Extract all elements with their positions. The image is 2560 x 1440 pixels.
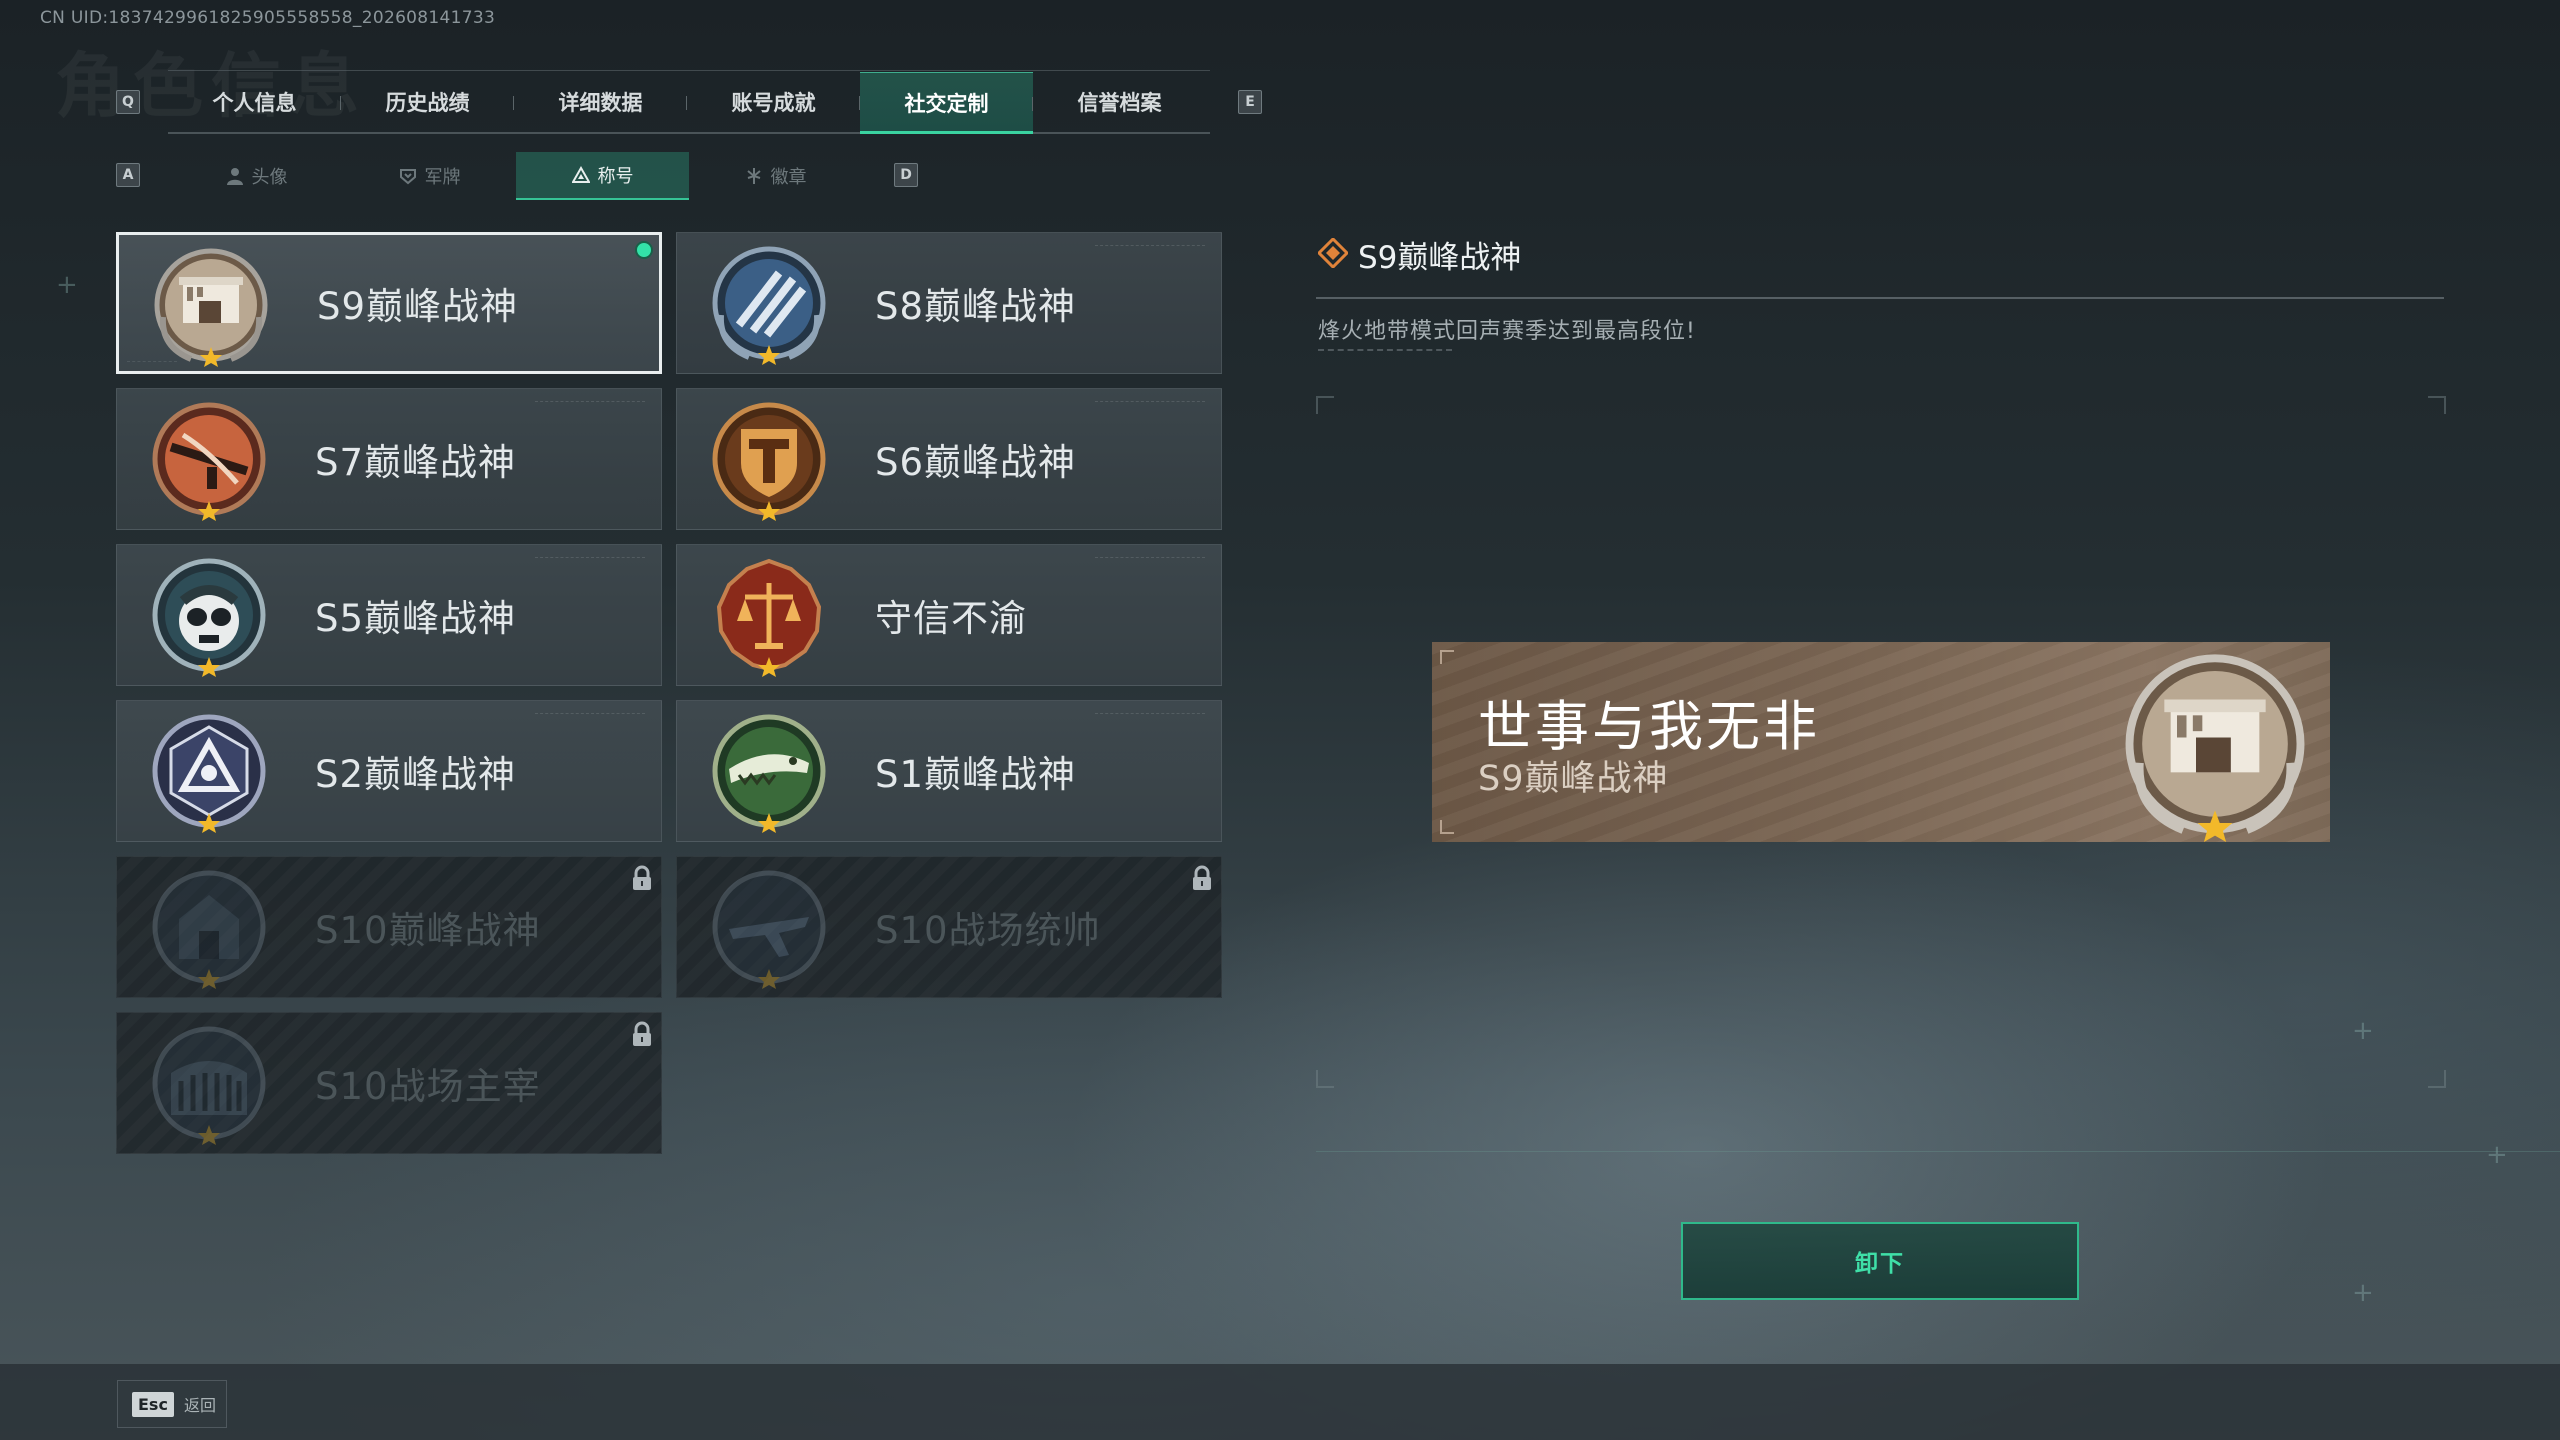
s10-colosseum-badge-icon xyxy=(152,1026,266,1145)
s5-skull-badge-icon xyxy=(152,558,266,677)
frame-corner xyxy=(1316,396,1334,414)
key-e-hint[interactable]: E xyxy=(1238,90,1262,114)
scales-badge-icon xyxy=(716,558,822,677)
esc-key-icon: Esc xyxy=(132,1391,174,1417)
title-card-s10-commander[interactable]: S10战场统帅 xyxy=(676,856,1222,998)
s6-shield-badge-icon xyxy=(712,402,826,521)
card-deco xyxy=(535,401,645,403)
detail-title: S9巅峰战神 xyxy=(1358,240,1522,276)
title-card-s7[interactable]: S7巅峰战神 xyxy=(116,388,662,530)
title-card-s10-peak[interactable]: S10巅峰战神 xyxy=(116,856,662,998)
title-card-s9[interactable]: S9巅峰战神 xyxy=(116,232,662,374)
plus-deco: + xyxy=(2352,1278,2374,1308)
title-card-keep-faith[interactable]: 守信不渝 xyxy=(676,544,1222,686)
title-name: S8巅峰战神 xyxy=(875,285,1077,328)
frame-corner xyxy=(1316,1070,1334,1088)
emblem-icon xyxy=(746,168,761,184)
tab-personal-info[interactable]: 个人信息 xyxy=(168,72,341,132)
frame-corner xyxy=(2428,396,2446,414)
subtab-label: 军牌 xyxy=(424,167,461,188)
nameplate-corner xyxy=(1440,820,1454,834)
s10-aircraft-badge-icon xyxy=(712,870,826,989)
nameplate-corner xyxy=(1440,650,1454,664)
key-d-hint[interactable]: D xyxy=(894,163,918,187)
s10-building-badge-icon xyxy=(152,870,266,989)
s2-triangle-badge-icon xyxy=(152,714,266,833)
plus-deco: + xyxy=(56,270,78,300)
subtab-label: 称号 xyxy=(597,166,634,187)
plus-deco: + xyxy=(2352,1016,2374,1046)
s7-crossbow-badge-icon xyxy=(152,402,266,521)
detail-description: 烽火地带模式回声赛季达到最高段位! xyxy=(1318,319,1696,344)
diamond-title-icon xyxy=(1318,238,1348,268)
subtab-label: 头像 xyxy=(251,167,288,188)
s9-fortress-badge-icon xyxy=(2125,654,2305,842)
nameplate-preview: 世事与我无非 S9巅峰战神 xyxy=(1432,642,2330,842)
subtab-title[interactable]: 称号 xyxy=(516,152,689,200)
card-deco xyxy=(1095,401,1205,403)
card-deco xyxy=(535,713,645,715)
card-deco xyxy=(1095,557,1205,559)
card-deco xyxy=(127,361,177,363)
person-icon xyxy=(226,168,243,185)
tab-social-custom[interactable]: 社交定制 xyxy=(860,72,1033,134)
uid-label: CN UID:1837429961825905558558_2026081417… xyxy=(40,8,496,28)
dogtag-icon xyxy=(399,169,416,185)
main-tabs: 个人信息 历史战绩 详细数据 账号成就 社交定制 信誉档案 xyxy=(168,72,1210,134)
card-deco xyxy=(1095,245,1205,247)
lock-icon xyxy=(633,865,651,890)
title-triangle-icon xyxy=(571,166,590,183)
title-name: S6巅峰战神 xyxy=(875,441,1077,484)
tabs-divider xyxy=(168,70,1210,71)
s9-fortress-badge-icon xyxy=(154,248,268,367)
subtab-avatar[interactable]: 头像 xyxy=(170,152,343,200)
title-name: 守信不渝 xyxy=(875,597,1027,640)
frame-corner xyxy=(2428,1070,2446,1088)
lock-icon xyxy=(633,1021,651,1046)
description-deco xyxy=(1318,349,1452,355)
tab-credit-record[interactable]: 信誉档案 xyxy=(1033,72,1206,132)
sub-tabs: 头像 军牌 称号 徽章 xyxy=(170,152,864,200)
title-card-s2[interactable]: S2巅峰战神 xyxy=(116,700,662,842)
footer-bar xyxy=(0,1364,2560,1440)
nameplate-title: S9巅峰战神 xyxy=(1478,759,1669,799)
title-name: S10巅峰战神 xyxy=(315,909,541,952)
tab-history[interactable]: 历史战绩 xyxy=(341,72,514,132)
title-card-s5[interactable]: S5巅峰战神 xyxy=(116,544,662,686)
detail-divider xyxy=(1316,297,2444,299)
title-name: S7巅峰战神 xyxy=(315,441,517,484)
title-card-s10-overlord[interactable]: S10战场主宰 xyxy=(116,1012,662,1154)
title-name: S10战场统帅 xyxy=(875,909,1101,952)
subtab-label: 徽章 xyxy=(770,167,807,188)
title-name: S9巅峰战神 xyxy=(317,285,519,328)
title-card-s1[interactable]: S1巅峰战神 xyxy=(676,700,1222,842)
title-name: S2巅峰战神 xyxy=(315,753,517,796)
title-name: S5巅峰战神 xyxy=(315,597,517,640)
card-deco xyxy=(535,557,645,559)
title-name: S1巅峰战神 xyxy=(875,753,1077,796)
decor-line xyxy=(1316,1151,2560,1152)
title-card-s6[interactable]: S6巅峰战神 xyxy=(676,388,1222,530)
plus-deco: + xyxy=(2486,1140,2508,1170)
tab-achievements[interactable]: 账号成就 xyxy=(687,72,860,132)
key-a-hint[interactable]: A xyxy=(116,163,140,187)
unequip-button[interactable]: 卸下 xyxy=(1681,1222,2079,1300)
key-q-hint[interactable]: Q xyxy=(116,90,140,114)
title-name: S10战场主宰 xyxy=(315,1065,541,1108)
title-card-s8[interactable]: S8巅峰战神 xyxy=(676,232,1222,374)
back-label: 返回 xyxy=(183,1396,216,1415)
equipped-indicator xyxy=(635,241,653,259)
subtab-dogtag[interactable]: 军牌 xyxy=(343,152,516,200)
tab-detailed-data[interactable]: 详细数据 xyxy=(514,72,687,132)
s8-slash-badge-icon xyxy=(712,246,826,365)
s1-crocodile-badge-icon xyxy=(712,714,826,833)
back-button[interactable]: Esc 返回 xyxy=(117,1380,227,1428)
lock-icon xyxy=(1193,865,1211,890)
card-deco xyxy=(1095,713,1205,715)
subtab-emblem[interactable]: 徽章 xyxy=(689,152,862,200)
